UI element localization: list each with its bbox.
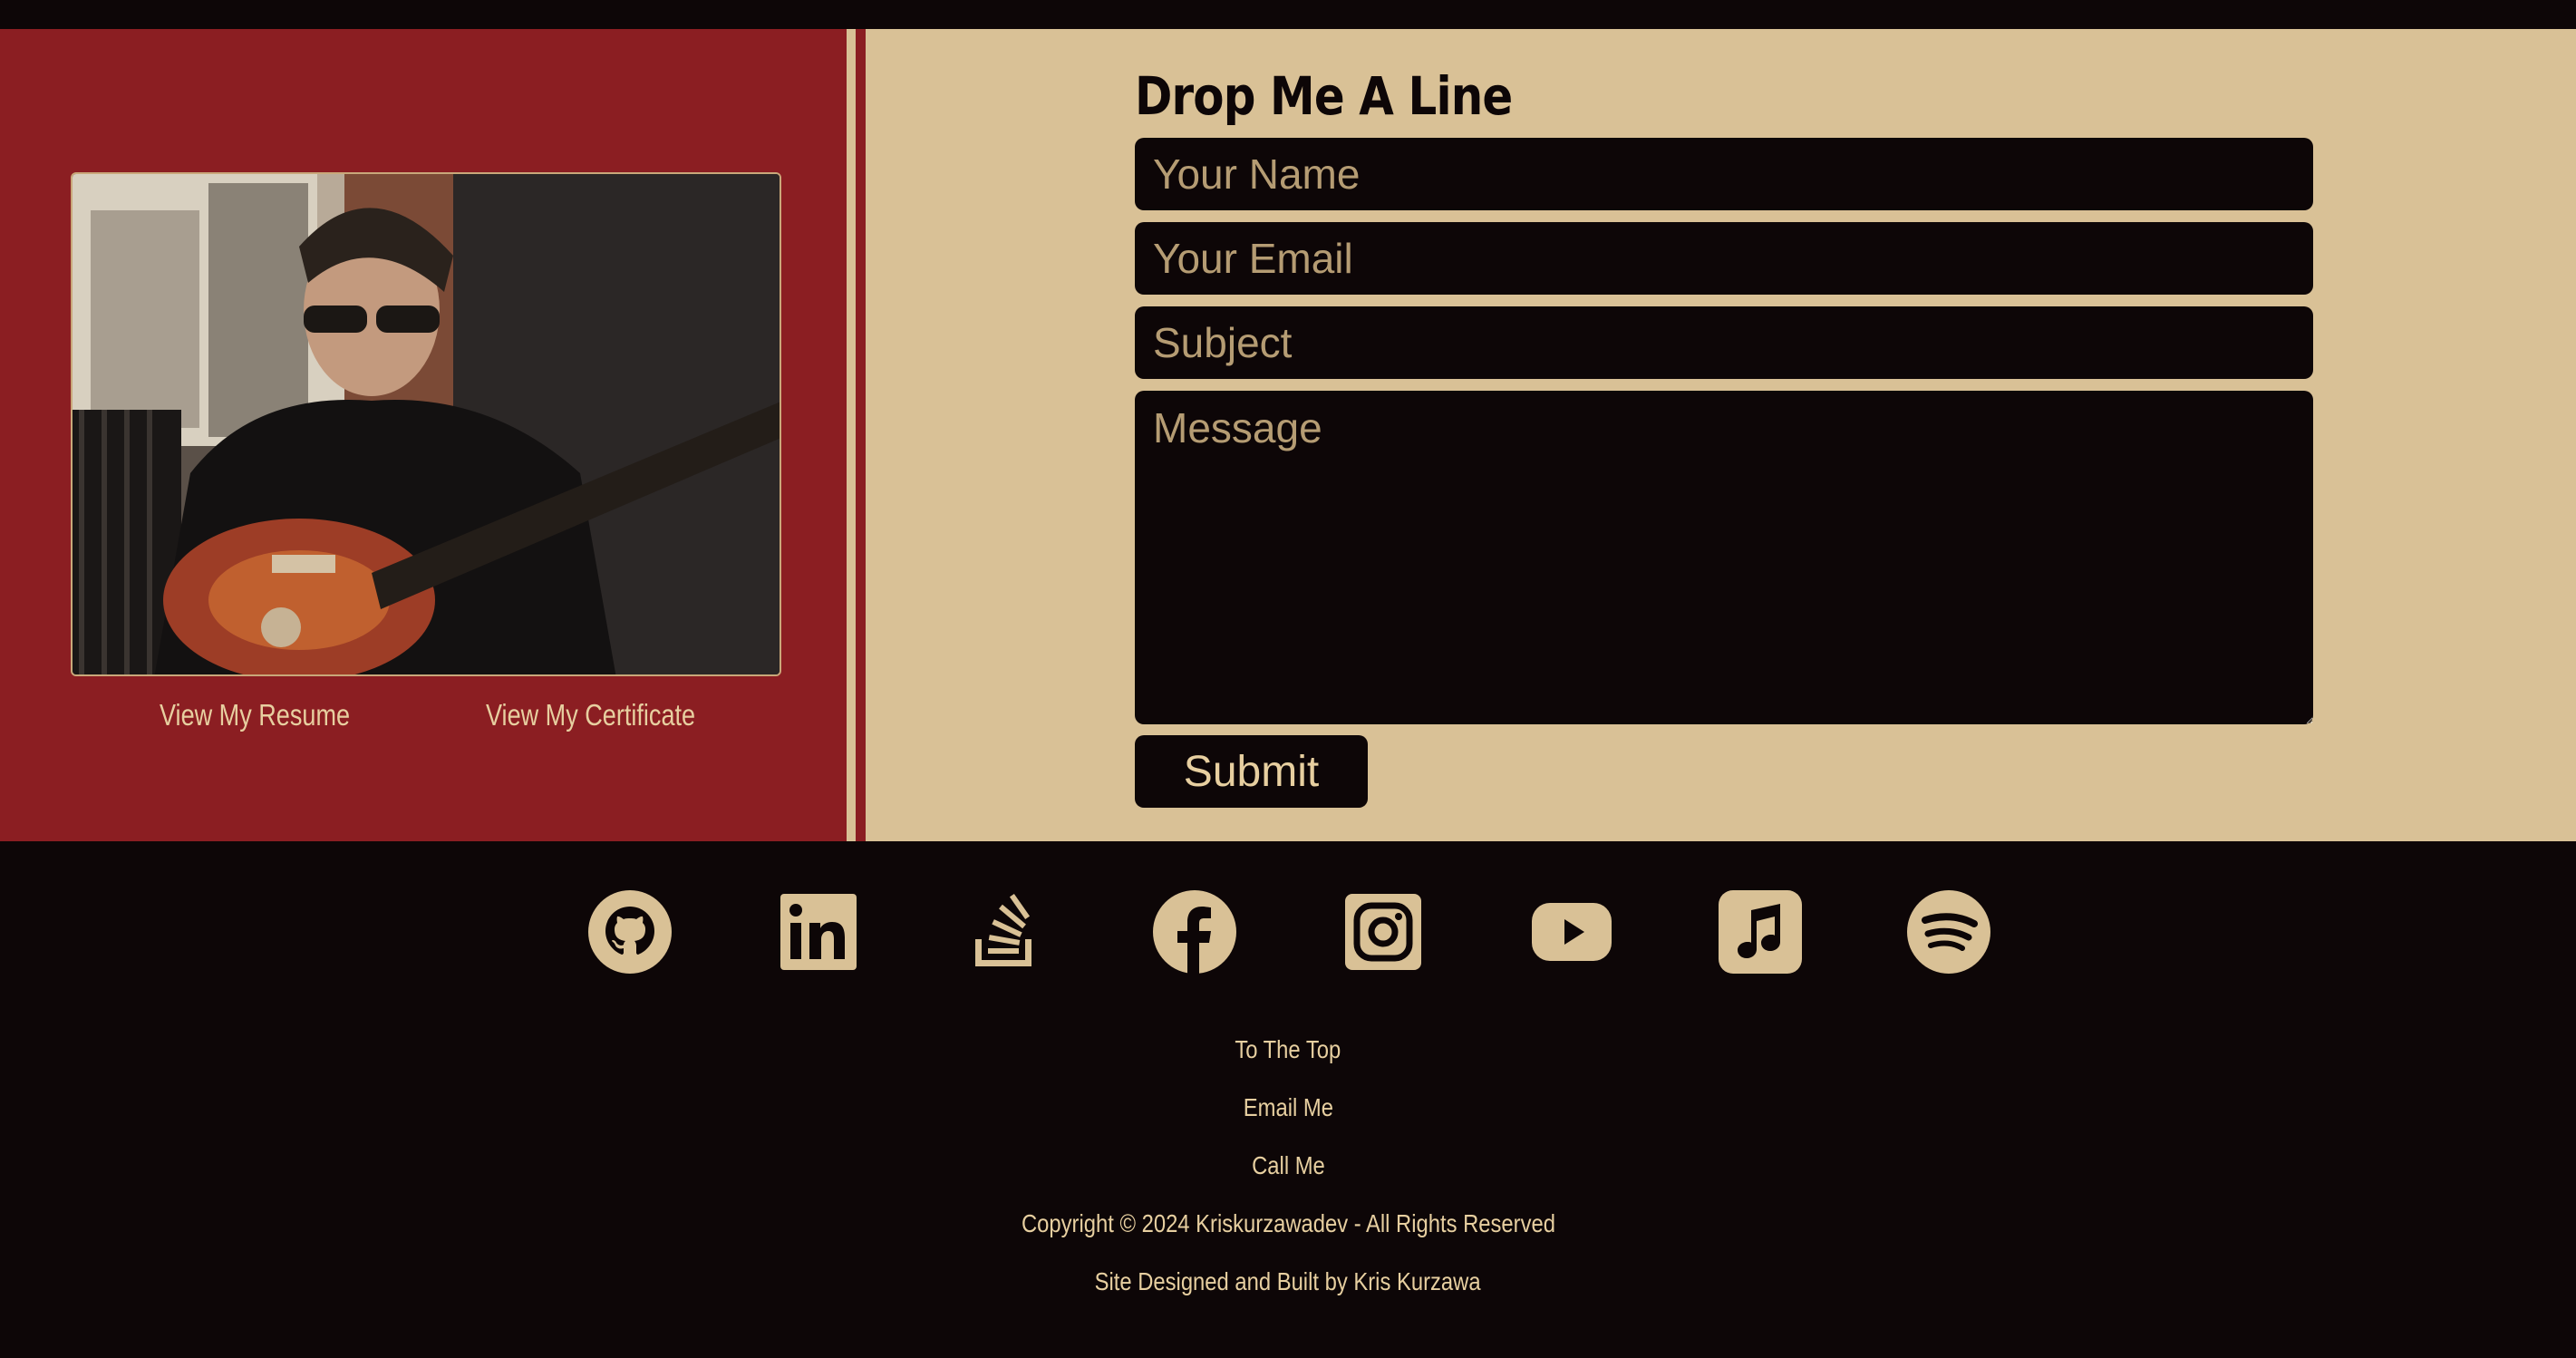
instagram-icon — [1345, 894, 1421, 970]
panel-divider-light — [847, 29, 856, 841]
github-icon — [588, 890, 672, 974]
apple-music-link[interactable] — [1717, 888, 1804, 975]
submit-button[interactable]: Submit — [1135, 735, 1368, 808]
profile-panel: View My Resume View My Certificate — [0, 29, 856, 841]
linkedin-icon — [780, 894, 857, 970]
contact-form-title: Drop Me A Line — [1135, 65, 1513, 127]
guitar-player-image — [73, 174, 780, 674]
call-me-label: Call Me — [1251, 1151, 1325, 1179]
credit-text: Site Designed and Built by Kris Kurzawa — [0, 1267, 2576, 1296]
message-textarea[interactable] — [1135, 391, 2313, 724]
credit-label: Site Designed and Built by Kris Kurzawa — [1095, 1267, 1481, 1295]
to-the-top-label: To The Top — [1235, 1035, 1341, 1063]
top-bar — [0, 0, 2576, 29]
facebook-link[interactable] — [1151, 888, 1238, 975]
spotify-link[interactable] — [1905, 888, 1992, 975]
stackoverflow-link[interactable] — [963, 888, 1050, 975]
call-me-link[interactable]: Call Me — [0, 1151, 2576, 1180]
spotify-icon — [1907, 890, 1990, 974]
youtube-link[interactable] — [1528, 888, 1615, 975]
to-the-top-link[interactable]: To The Top — [0, 1035, 2576, 1064]
copyright-label: Copyright © 2024 Kriskurzawadev - All Ri… — [1021, 1209, 1555, 1237]
email-input[interactable] — [1135, 222, 2313, 295]
github-link[interactable] — [586, 888, 673, 975]
email-me-label: Email Me — [1243, 1093, 1333, 1121]
name-input[interactable] — [1135, 138, 2313, 210]
youtube-icon — [1532, 903, 1612, 961]
subject-input[interactable] — [1135, 306, 2313, 379]
view-certificate-link[interactable]: View My Certificate — [486, 698, 695, 732]
instagram-link[interactable] — [1340, 888, 1427, 975]
view-resume-link[interactable]: View My Resume — [160, 698, 350, 732]
facebook-icon — [1153, 890, 1236, 974]
panel-divider — [856, 29, 866, 841]
apple-music-icon — [1719, 890, 1802, 974]
email-me-link[interactable]: Email Me — [0, 1093, 2576, 1122]
profile-photo — [71, 172, 781, 676]
linkedin-link[interactable] — [775, 888, 862, 975]
stackoverflow-icon — [975, 893, 1031, 966]
copyright-text: Copyright © 2024 Kriskurzawadev - All Ri… — [0, 1209, 2576, 1238]
